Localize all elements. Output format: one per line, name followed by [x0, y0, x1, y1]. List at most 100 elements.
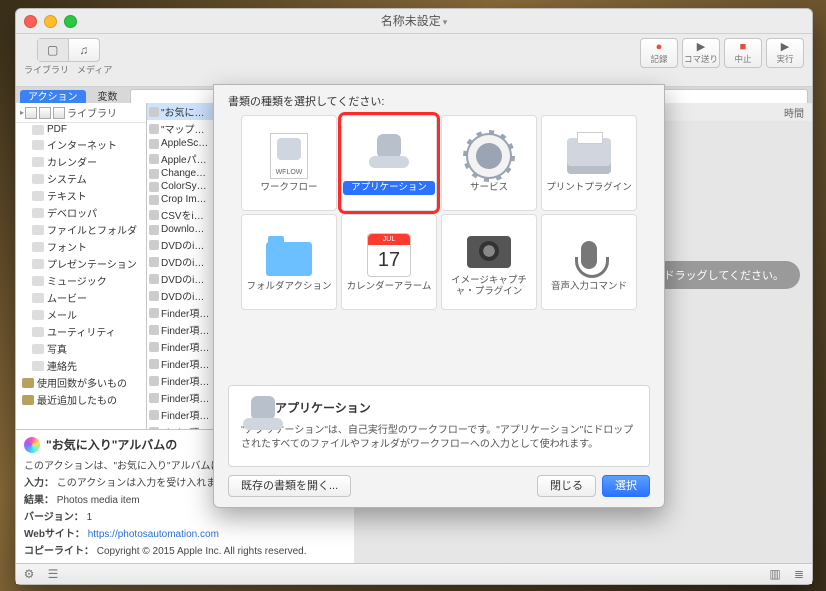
library-item[interactable]: テキスト	[16, 187, 146, 204]
action-item[interactable]: DVDのi…	[147, 270, 215, 287]
action-icon	[149, 274, 159, 284]
library-item[interactable]: フォント	[16, 238, 146, 255]
action-item[interactable]: Change…	[147, 167, 215, 180]
action-item[interactable]: Finder項…	[147, 304, 215, 321]
category-icon	[32, 276, 44, 286]
action-icon	[149, 393, 159, 403]
action-icon	[149, 240, 159, 250]
library-item[interactable]: デベロッパ	[16, 204, 146, 221]
library-smart-item[interactable]: 最近追加したもの	[16, 391, 146, 408]
workflow-view-icon[interactable]: ☰	[46, 567, 60, 581]
new-document-sheet: 書類の種類を選択してください: ワークフローアプリケーションサービスプリントプラ…	[213, 84, 665, 508]
type-description: アプリケーション "アプリケーション"は、自己実行型のワークフローです。"アプリ…	[228, 385, 650, 467]
library-item[interactable]: ファイルとフォルダ	[16, 221, 146, 238]
doctype-calalarm[interactable]: JUL17カレンダーアラーム	[341, 214, 437, 310]
library-item[interactable]: 写真	[16, 340, 146, 357]
library-item[interactable]: ムービー	[16, 289, 146, 306]
action-item[interactable]: Crop Im…	[147, 193, 215, 206]
category-icon	[32, 157, 44, 167]
doctype-dictation[interactable]: 音声入力コマンド	[541, 214, 637, 310]
action-item[interactable]: "お気に…	[147, 103, 215, 120]
library-item[interactable]: ミュージック	[16, 272, 146, 289]
action-item[interactable]: DVDのi…	[147, 236, 215, 253]
doctype-label: アプリケーション	[343, 181, 435, 196]
action-icon	[149, 359, 159, 369]
sheet-header: 書類の種類を選択してください:	[214, 85, 664, 115]
doctype-label: プリントプラグイン	[546, 183, 632, 194]
library-header[interactable]: ▸ ライブラリ	[16, 103, 146, 123]
list-icon[interactable]: ≣	[792, 567, 806, 581]
library-item[interactable]: システム	[16, 170, 146, 187]
category-icon	[32, 293, 44, 303]
library-item[interactable]: PDF	[16, 123, 146, 136]
workflow-icon	[265, 133, 313, 179]
library-caption: ライブラリ	[24, 63, 69, 76]
titlebar: 名称未設定▾	[16, 9, 812, 34]
smart-icon	[22, 378, 34, 388]
doctype-workflow[interactable]: ワークフロー	[241, 115, 337, 211]
open-existing-button[interactable]: 既存の書類を開く...	[228, 475, 351, 497]
action-item[interactable]: DVDのi…	[147, 287, 215, 304]
doctype-printplugin[interactable]: プリントプラグイン	[541, 115, 637, 211]
toolbar: ▢ ♫ ライブラリ メディア ●記録▶コマ送り■中止▶実行	[16, 34, 812, 87]
service-icon	[465, 133, 513, 179]
chevron-down-icon[interactable]: ▾	[443, 17, 448, 27]
action-item[interactable]: Finder項…	[147, 321, 215, 338]
category-icon	[32, 140, 44, 150]
view-toggle[interactable]: ▢ ♫	[37, 38, 100, 62]
library-item[interactable]: ユーティリティ	[16, 323, 146, 340]
doctype-label: フォルダアクション	[246, 282, 331, 293]
category-icon	[32, 361, 44, 371]
doctype-service[interactable]: サービス	[441, 115, 537, 211]
library-item[interactable]: インターネット	[16, 136, 146, 153]
library-smart-item[interactable]: 使用回数が多いもの	[16, 374, 146, 391]
action-item[interactable]: AppleSc…	[147, 137, 215, 150]
action-icon	[149, 107, 159, 117]
library-item[interactable]: カレンダー	[16, 153, 146, 170]
category-icon	[32, 174, 44, 184]
record-button[interactable]: ●記録	[640, 38, 678, 68]
calalarm-icon: JUL17	[365, 232, 413, 278]
action-icon	[149, 154, 159, 164]
library-item[interactable]: メール	[16, 306, 146, 323]
library-view-button[interactable]: ▢	[38, 39, 69, 61]
website-link[interactable]: https://photosautomation.com	[88, 529, 219, 540]
action-item[interactable]: Appleパ…	[147, 150, 215, 167]
gear-icon[interactable]: ⚙	[22, 567, 36, 581]
automator-icon	[241, 394, 267, 420]
action-item[interactable]: Finder項…	[147, 355, 215, 372]
run-button[interactable]: ▶実行	[766, 38, 804, 68]
category-icon	[32, 225, 44, 235]
action-item[interactable]: CSVをi…	[147, 206, 215, 223]
media-caption: メディア	[77, 63, 112, 76]
action-item[interactable]: ColorSy…	[147, 180, 215, 193]
action-icon	[149, 325, 159, 335]
action-item[interactable]: DVDのi…	[147, 253, 215, 270]
action-icon	[149, 410, 159, 420]
action-item[interactable]: "マップ…	[147, 120, 215, 137]
close-button[interactable]: 閉じる	[537, 475, 596, 497]
imagecapture-icon	[465, 226, 513, 272]
doctype-label: 音声入力コマンド	[551, 282, 627, 293]
choose-button[interactable]: 選択	[602, 475, 650, 497]
action-item[interactable]: Finder項…	[147, 389, 215, 406]
doctype-imagecapture[interactable]: イメージキャプチャ・プラグイン	[441, 214, 537, 310]
smart-icon	[22, 395, 34, 405]
action-item[interactable]: Downlo…	[147, 223, 215, 236]
folderaction-icon	[265, 232, 313, 278]
stop-button[interactable]: ■中止	[724, 38, 762, 68]
action-icon	[149, 342, 159, 352]
step-button[interactable]: ▶コマ送り	[682, 38, 720, 68]
action-item[interactable]: Finder項…	[147, 406, 215, 423]
action-item[interactable]: Finder項…	[147, 338, 215, 355]
library-item[interactable]: 連絡先	[16, 357, 146, 374]
category-icon	[32, 327, 44, 337]
library-item[interactable]: プレゼンテーション	[16, 255, 146, 272]
doctype-folderaction[interactable]: フォルダアクション	[241, 214, 337, 310]
category-icon	[32, 310, 44, 320]
media-view-button[interactable]: ♫	[69, 39, 99, 61]
category-icon	[32, 208, 44, 218]
doctype-application[interactable]: アプリケーション	[341, 115, 437, 211]
action-item[interactable]: Finder項…	[147, 372, 215, 389]
columns-icon[interactable]: ▥	[768, 567, 782, 581]
